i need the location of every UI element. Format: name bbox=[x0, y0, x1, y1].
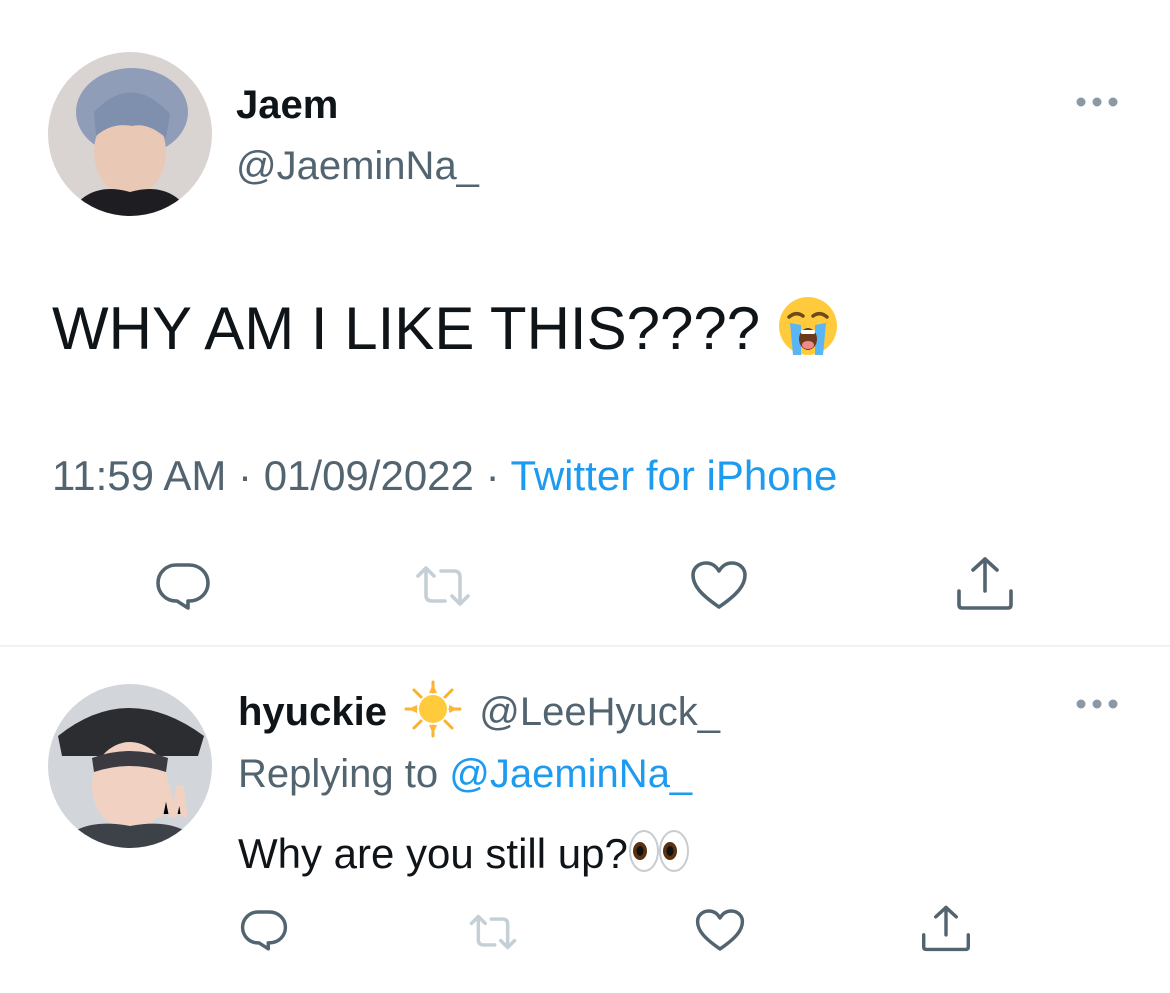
avatar-jaem[interactable] bbox=[48, 52, 212, 216]
retweet-icon[interactable] bbox=[414, 563, 472, 609]
tweet-meta: 11:59 AM · 01/09/2022 · Twitter for iPho… bbox=[52, 452, 837, 500]
share-icon[interactable] bbox=[955, 555, 1015, 611]
display-name[interactable]: hyuckie bbox=[238, 690, 387, 734]
retweet-icon[interactable] bbox=[468, 912, 518, 952]
sun-emoji bbox=[404, 680, 462, 749]
display-name[interactable]: Jaem bbox=[236, 82, 338, 128]
tweet-text-content: WHY AM I LIKE THIS???? bbox=[52, 295, 761, 362]
replying-to-label: Replying to bbox=[238, 752, 439, 796]
tweet-time[interactable]: 11:59 AM bbox=[52, 452, 226, 499]
avatar-hyuckie[interactable] bbox=[48, 684, 212, 848]
tweet-divider bbox=[0, 645, 1170, 647]
user-handle[interactable]: @LeeHyuck_ bbox=[479, 690, 720, 734]
reply-icon[interactable] bbox=[155, 561, 211, 611]
meta-separator: · bbox=[238, 452, 253, 499]
reply-icon[interactable] bbox=[240, 908, 288, 952]
tweet-text: WHY AM I LIKE THIS???? bbox=[52, 294, 839, 372]
more-options-icon[interactable] bbox=[1075, 94, 1119, 110]
loudly-crying-face-emoji bbox=[777, 295, 839, 372]
like-icon[interactable] bbox=[690, 560, 748, 610]
share-icon[interactable] bbox=[920, 904, 972, 952]
replying-to-handle-link[interactable]: @JaeminNa_ bbox=[449, 752, 692, 796]
eyes-emoji bbox=[628, 829, 690, 884]
user-handle[interactable]: @JaeminNa_ bbox=[236, 143, 479, 189]
replying-to: Replying to @JaeminNa_ bbox=[238, 750, 692, 798]
like-icon[interactable] bbox=[695, 908, 745, 952]
reply-header: hyuckie @LeeHyuck_ bbox=[238, 680, 720, 749]
reply-text: Why are you still up? bbox=[238, 829, 690, 884]
more-options-icon[interactable] bbox=[1075, 696, 1119, 712]
tweet-date[interactable]: 01/09/2022 bbox=[264, 452, 474, 499]
reply-text-content: Why are you still up? bbox=[238, 830, 628, 877]
tweet-source-link[interactable]: Twitter for iPhone bbox=[511, 452, 838, 499]
meta-separator: · bbox=[485, 452, 500, 499]
